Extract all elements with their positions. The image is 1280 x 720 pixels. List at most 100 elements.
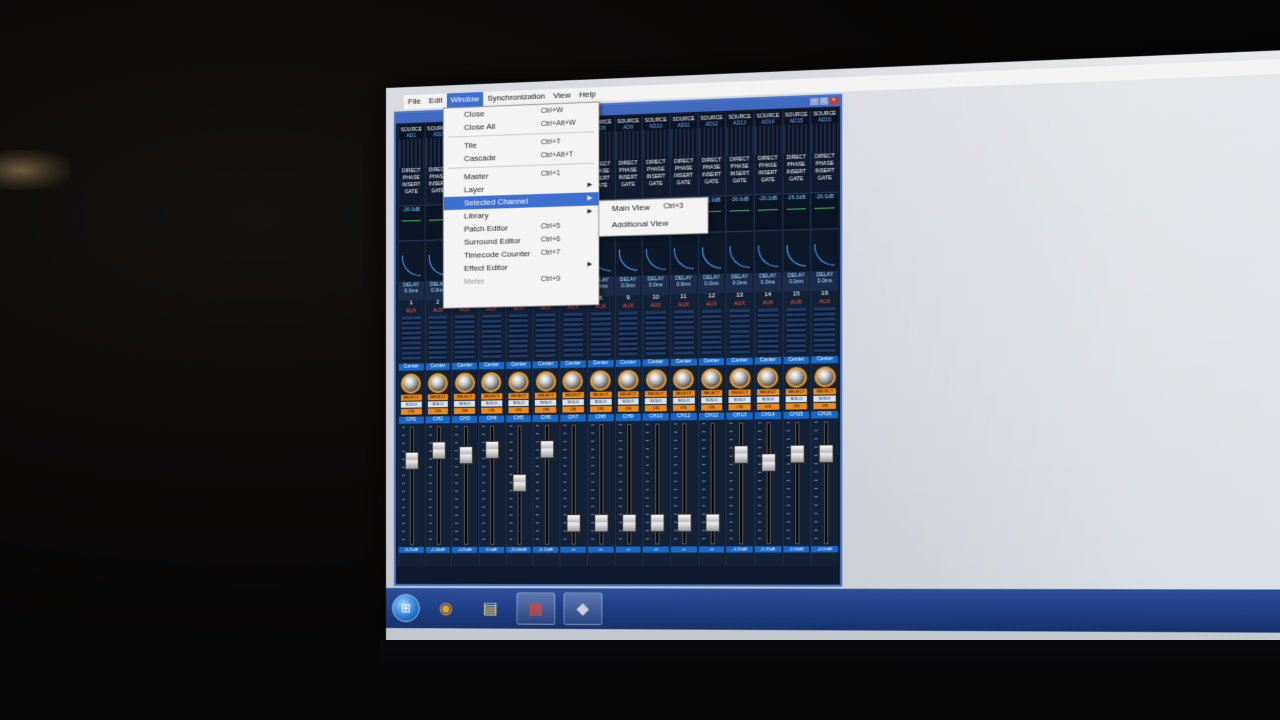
fader-cap[interactable] — [677, 514, 692, 533]
dynamics-display[interactable] — [812, 228, 838, 271]
gate-button[interactable]: GATE — [671, 180, 697, 188]
source-select[interactable]: SOURCE AD15 — [783, 110, 809, 126]
solo-button[interactable]: SOLO — [701, 397, 723, 403]
on-button[interactable]: ON — [757, 404, 779, 411]
delay-section[interactable]: DELAY0.0ms — [783, 271, 809, 291]
menubar-item-view[interactable]: View — [549, 88, 575, 103]
fader-cap[interactable] — [567, 514, 581, 532]
select-button[interactable]: SELECT — [617, 391, 638, 397]
select-button[interactable]: SELECT — [563, 392, 584, 398]
channel-fader[interactable]: -15.60dB — [506, 425, 531, 545]
channel-fader[interactable]: -6.25dB — [399, 427, 424, 545]
solo-button[interactable]: SOLO — [617, 398, 638, 404]
on-button[interactable]: ON — [814, 403, 836, 410]
solo-button[interactable]: SOLO — [563, 399, 584, 405]
on-button[interactable]: ON — [428, 408, 449, 414]
channel-fader[interactable]: -∞ — [560, 425, 585, 545]
source-select[interactable]: SOURCE AD14 — [755, 111, 781, 126]
minimize-button[interactable]: – — [810, 98, 819, 106]
select-button[interactable]: SELECT — [401, 394, 422, 400]
start-button[interactable]: ⊞ — [392, 594, 420, 622]
on-button[interactable]: ON — [508, 407, 529, 413]
source-select[interactable]: SOURCE AD10 — [643, 115, 669, 130]
solo-button[interactable]: SOLO — [535, 400, 556, 406]
dynamics-display[interactable] — [727, 230, 753, 273]
delay-section[interactable]: DELAY0.0ms — [399, 281, 424, 301]
menubar-item-edit[interactable]: Edit — [425, 93, 447, 108]
menu-item-meter[interactable]: Meter Ctrl+9 — [444, 272, 598, 289]
menubar-item-file[interactable]: File — [404, 94, 425, 109]
on-button[interactable]: ON — [617, 405, 638, 411]
on-button[interactable]: ON — [454, 408, 475, 414]
select-button[interactable]: SELECT — [428, 394, 449, 400]
fader-cap[interactable] — [622, 514, 636, 532]
delay-section[interactable]: DELAY0.0ms — [727, 273, 753, 293]
fader-cap[interactable] — [486, 441, 500, 459]
select-button[interactable]: SELECT — [785, 389, 807, 396]
on-button[interactable]: ON — [563, 406, 584, 412]
source-select[interactable]: SOURCE AD12 — [699, 113, 725, 128]
tool-app-icon[interactable]: ◆ — [563, 592, 602, 625]
channel-fader[interactable]: -1.25dB — [727, 422, 753, 544]
pan-knob[interactable] — [786, 367, 807, 388]
channel-fader[interactable]: -∞ — [671, 423, 697, 544]
fader-cap[interactable] — [705, 513, 720, 532]
channel-fader[interactable]: -2.00dB — [812, 421, 838, 544]
delay-section[interactable]: DELAY0.0ms — [643, 275, 669, 295]
pan-knob[interactable] — [536, 371, 556, 392]
solo-button[interactable]: SOLO — [785, 396, 807, 403]
fader-cap[interactable] — [540, 440, 554, 458]
dynamics-display[interactable] — [615, 234, 641, 277]
pan-knob[interactable] — [645, 369, 666, 390]
menubar-item-help[interactable]: Help — [575, 87, 600, 102]
on-button[interactable]: ON — [645, 405, 667, 411]
solo-button[interactable]: SOLO — [401, 401, 422, 407]
chrome-icon[interactable]: ◉ — [428, 593, 464, 623]
dynamics-display[interactable] — [671, 232, 697, 275]
on-button[interactable]: ON — [481, 407, 502, 413]
source-select[interactable]: SOURCE AD13 — [727, 112, 753, 127]
dynamics-display[interactable] — [643, 233, 669, 276]
on-button[interactable]: ON — [401, 409, 422, 415]
select-button[interactable]: SELECT — [701, 390, 723, 396]
gate-button[interactable]: GATE — [727, 178, 753, 186]
on-button[interactable]: ON — [535, 407, 556, 413]
solo-button[interactable]: SOLO — [454, 401, 475, 407]
solo-button[interactable]: SOLO — [814, 395, 836, 402]
solo-button[interactable]: SOLO — [673, 397, 695, 403]
fader-cap[interactable] — [594, 514, 608, 532]
pan-knob[interactable] — [508, 372, 528, 393]
solo-button[interactable]: SOLO — [590, 399, 611, 405]
delay-section[interactable]: DELAY0.0ms — [699, 273, 725, 293]
fader-cap[interactable] — [818, 444, 833, 463]
solo-button[interactable]: SOLO — [508, 400, 529, 406]
select-button[interactable]: SELECT — [481, 393, 502, 399]
channel-fader[interactable]: -∞ — [699, 423, 725, 545]
gate-button[interactable]: GATE — [399, 189, 424, 197]
fader-cap[interactable] — [513, 474, 527, 492]
solo-button[interactable]: SOLO — [645, 398, 667, 404]
mixer-app-icon[interactable]: ▦ — [517, 592, 556, 625]
pan-knob[interactable] — [563, 371, 584, 392]
channel-fader[interactable]: -∞ — [643, 423, 669, 544]
delay-section[interactable]: DELAY0.0ms — [615, 276, 641, 296]
gate-button[interactable]: GATE — [755, 177, 781, 185]
fader-cap[interactable] — [650, 514, 665, 532]
fader-cap[interactable] — [405, 452, 419, 470]
channel-fader[interactable]: -5.15dB — [533, 425, 558, 545]
select-button[interactable]: SELECT — [590, 392, 611, 398]
pan-knob[interactable] — [428, 373, 448, 393]
eq-display[interactable]: -26.0dB — [755, 193, 781, 230]
select-button[interactable]: SELECT — [645, 391, 667, 397]
select-button[interactable]: SELECT — [508, 393, 529, 399]
solo-button[interactable]: SOLO — [757, 396, 779, 403]
gate-button[interactable]: GATE — [643, 181, 669, 189]
menubar-item-window[interactable]: Window — [447, 92, 484, 108]
dynamics-display[interactable] — [755, 230, 781, 273]
eq-display[interactable]: -26.0dB — [812, 192, 838, 229]
source-select[interactable]: SOURCE AD11 — [671, 114, 697, 129]
pan-knob[interactable] — [618, 370, 639, 391]
submenu-item-additional-view[interactable]: Additional View — [599, 214, 707, 234]
delay-section[interactable]: DELAY0.0ms — [755, 272, 781, 292]
dynamics-display[interactable] — [783, 229, 809, 272]
